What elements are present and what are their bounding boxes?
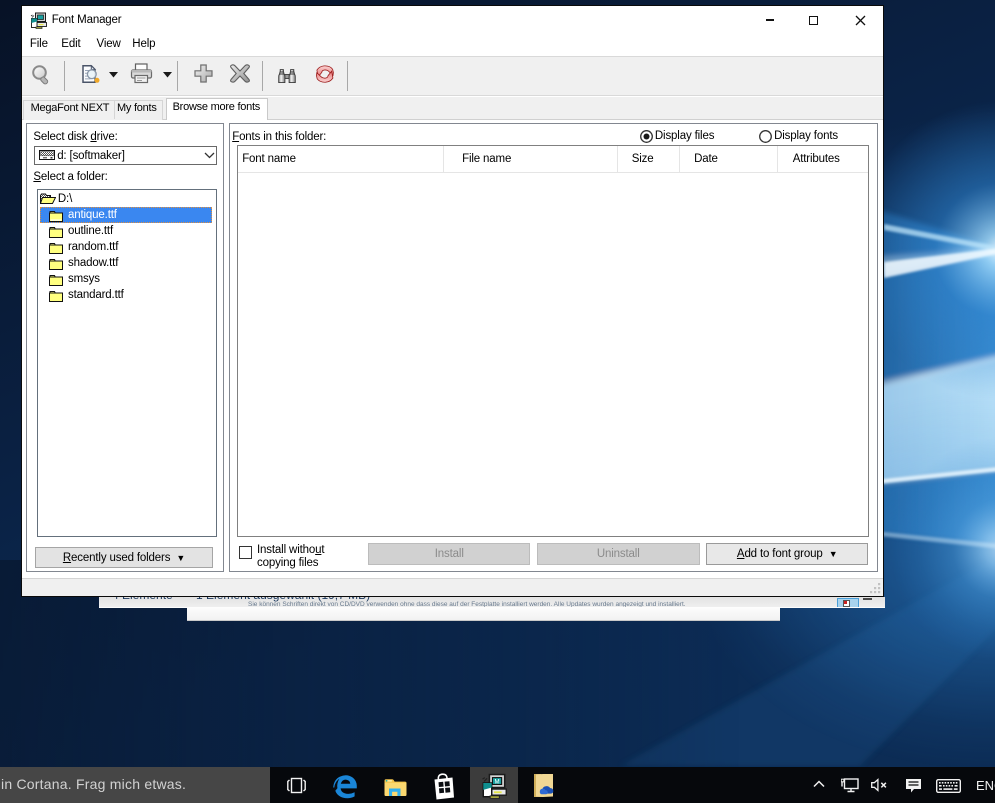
svg-text:M: M	[495, 778, 500, 785]
